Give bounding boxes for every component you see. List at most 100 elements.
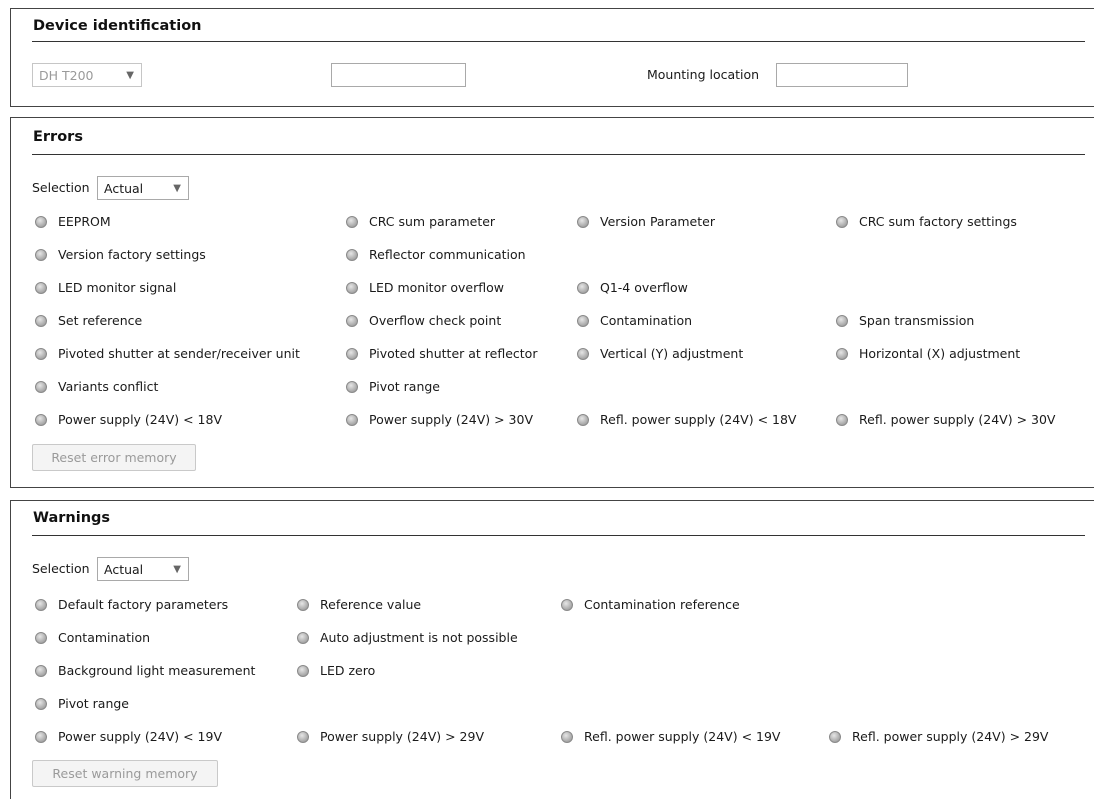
indicator-label: Horizontal (X) adjustment <box>859 346 1021 361</box>
indicator-label: Power supply (24V) > 30V <box>369 412 534 427</box>
status-led-icon <box>836 413 848 426</box>
warnings-selection-label: Selection <box>32 561 90 576</box>
status-led-icon <box>35 664 47 677</box>
errors-indicator: Overflow check point <box>346 313 501 328</box>
device-identification-panel: Device identification DH T200 ▼ Mounting… <box>10 8 1094 107</box>
status-led-icon <box>577 413 589 426</box>
status-led-icon <box>297 664 309 677</box>
errors-indicator: LED monitor signal <box>35 280 176 295</box>
errors-indicator: LED monitor overflow <box>346 280 504 295</box>
warnings-indicator: Background light measurement <box>35 663 255 678</box>
status-led-icon <box>346 380 358 393</box>
mounting-location-field[interactable] <box>776 63 908 87</box>
errors-indicator: Vertical (Y) adjustment <box>577 346 743 361</box>
status-led-icon <box>297 631 309 644</box>
indicator-label: Power supply (24V) < 18V <box>58 412 223 427</box>
status-led-icon <box>346 413 358 426</box>
indicator-label: Auto adjustment is not possible <box>320 630 518 645</box>
errors-indicator: Pivoted shutter at reflector <box>346 346 537 361</box>
errors-indicator: EEPROM <box>35 214 111 229</box>
errors-selection-label: Selection <box>32 180 90 195</box>
warnings-indicator: Reference value <box>297 597 421 612</box>
status-led-icon <box>346 314 358 327</box>
errors-indicator: Variants conflict <box>35 379 158 394</box>
errors-indicator: Span transmission <box>836 313 974 328</box>
warnings-indicator: Contamination <box>35 630 150 645</box>
warnings-title: Warnings <box>33 510 111 526</box>
indicator-label: LED monitor overflow <box>369 280 504 295</box>
title-divider <box>32 154 1085 155</box>
errors-indicator: Version factory settings <box>35 247 206 262</box>
indicator-label: Pivoted shutter at sender/receiver unit <box>58 346 300 361</box>
indicator-label: Version Parameter <box>600 214 715 229</box>
status-led-icon <box>346 281 358 294</box>
indicator-label: Contamination <box>600 313 693 328</box>
errors-indicator: Pivoted shutter at sender/receiver unit <box>35 346 300 361</box>
status-led-icon <box>346 215 358 228</box>
status-led-icon <box>35 697 47 710</box>
errors-selection-value: Actual <box>104 180 144 196</box>
status-led-icon <box>577 281 589 294</box>
device-type-value: DH T200 <box>39 67 94 83</box>
warnings-indicator: Default factory parameters <box>35 597 228 612</box>
errors-indicator: Horizontal (X) adjustment <box>836 346 1020 361</box>
device-type-select[interactable]: DH T200 ▼ <box>32 63 142 87</box>
status-led-icon <box>836 314 848 327</box>
indicator-label: Power supply (24V) < 19V <box>58 729 223 744</box>
errors-indicator: Contamination <box>577 313 692 328</box>
warnings-indicator: Power supply (24V) < 19V <box>35 729 222 744</box>
indicator-label: Refl. power supply (24V) < 19V <box>584 729 781 744</box>
warnings-indicator: Pivot range <box>35 696 129 711</box>
errors-indicator: Power supply (24V) > 30V <box>346 412 533 427</box>
reset-error-memory-button[interactable]: Reset error memory <box>32 444 196 471</box>
warnings-selection-select[interactable]: Actual ▼ <box>97 557 189 581</box>
status-led-icon <box>577 215 589 228</box>
status-led-icon <box>35 347 47 360</box>
status-led-icon <box>561 730 573 743</box>
chevron-down-icon: ▼ <box>173 182 181 194</box>
errors-selection-select[interactable]: Actual ▼ <box>97 176 189 200</box>
indicator-label: Span transmission <box>859 313 975 328</box>
errors-indicator: Version Parameter <box>577 214 715 229</box>
status-led-icon <box>297 730 309 743</box>
status-led-icon <box>346 347 358 360</box>
status-led-icon <box>35 281 47 294</box>
chevron-down-icon: ▼ <box>126 69 134 81</box>
indicator-label: Reflector communication <box>369 247 526 262</box>
errors-indicator: Q1-4 overflow <box>577 280 688 295</box>
indicator-label: Refl. power supply (24V) < 18V <box>600 412 797 427</box>
reset-warning-memory-button[interactable]: Reset warning memory <box>32 760 218 787</box>
status-led-icon <box>561 598 573 611</box>
status-led-icon <box>577 347 589 360</box>
status-led-icon <box>35 631 47 644</box>
errors-indicator: Power supply (24V) < 18V <box>35 412 222 427</box>
warnings-indicator: LED zero <box>297 663 375 678</box>
errors-indicator: Refl. power supply (24V) < 18V <box>577 412 796 427</box>
indicator-label: Background light measurement <box>58 663 256 678</box>
indicator-label: CRC sum parameter <box>369 214 496 229</box>
warnings-selection-value: Actual <box>104 561 144 577</box>
warnings-indicator: Power supply (24V) > 29V <box>297 729 484 744</box>
indicator-label: Q1-4 overflow <box>600 280 688 295</box>
status-led-icon <box>836 215 848 228</box>
status-led-icon <box>35 730 47 743</box>
indicator-label: LED zero <box>320 663 376 678</box>
status-led-icon <box>829 730 841 743</box>
errors-indicator: Refl. power supply (24V) > 30V <box>836 412 1055 427</box>
chevron-down-icon: ▼ <box>173 563 181 575</box>
indicator-label: Version factory settings <box>58 247 206 262</box>
errors-title: Errors <box>33 129 83 145</box>
device-name-field[interactable] <box>331 63 466 87</box>
errors-indicator: Set reference <box>35 313 142 328</box>
indicator-label: Variants conflict <box>58 379 159 394</box>
status-led-icon <box>836 347 848 360</box>
status-led-icon <box>35 380 47 393</box>
warnings-indicator: Auto adjustment is not possible <box>297 630 518 645</box>
indicator-label: CRC sum factory settings <box>859 214 1017 229</box>
indicator-label: Reference value <box>320 597 422 612</box>
indicator-label: Pivoted shutter at reflector <box>369 346 538 361</box>
mounting-location-label: Mounting location <box>647 67 760 82</box>
status-led-icon <box>577 314 589 327</box>
errors-indicator: CRC sum factory settings <box>836 214 1017 229</box>
errors-panel: Errors Selection Actual ▼ Reset error me… <box>10 117 1094 488</box>
